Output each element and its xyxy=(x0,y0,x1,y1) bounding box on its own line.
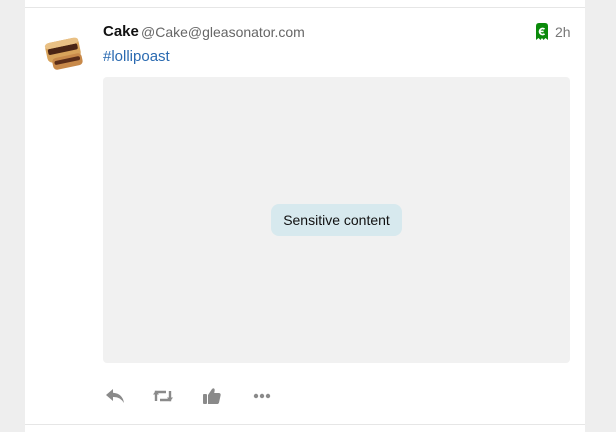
more-icon xyxy=(253,393,271,399)
account-handle[interactable]: @Cake@gleasonator.com xyxy=(141,24,305,40)
cake-avatar-image xyxy=(40,26,88,74)
top-divider xyxy=(25,7,585,8)
like-button[interactable] xyxy=(201,386,223,406)
more-button[interactable] xyxy=(251,386,273,406)
bottom-divider xyxy=(25,424,585,425)
display-name[interactable]: Cake xyxy=(103,23,139,40)
timestamp[interactable]: 2h xyxy=(555,24,571,40)
sensitive-content-button[interactable]: Sensitive content xyxy=(271,204,402,236)
thumbs-up-icon xyxy=(203,388,221,404)
reblog-icon xyxy=(153,390,173,402)
reblog-button[interactable] xyxy=(152,386,174,406)
hashtag-link[interactable]: #lollipoast xyxy=(103,48,170,65)
reply-button[interactable] xyxy=(104,386,126,406)
federation-icon xyxy=(536,23,548,40)
reply-icon xyxy=(106,389,124,403)
avatar[interactable] xyxy=(40,26,88,74)
